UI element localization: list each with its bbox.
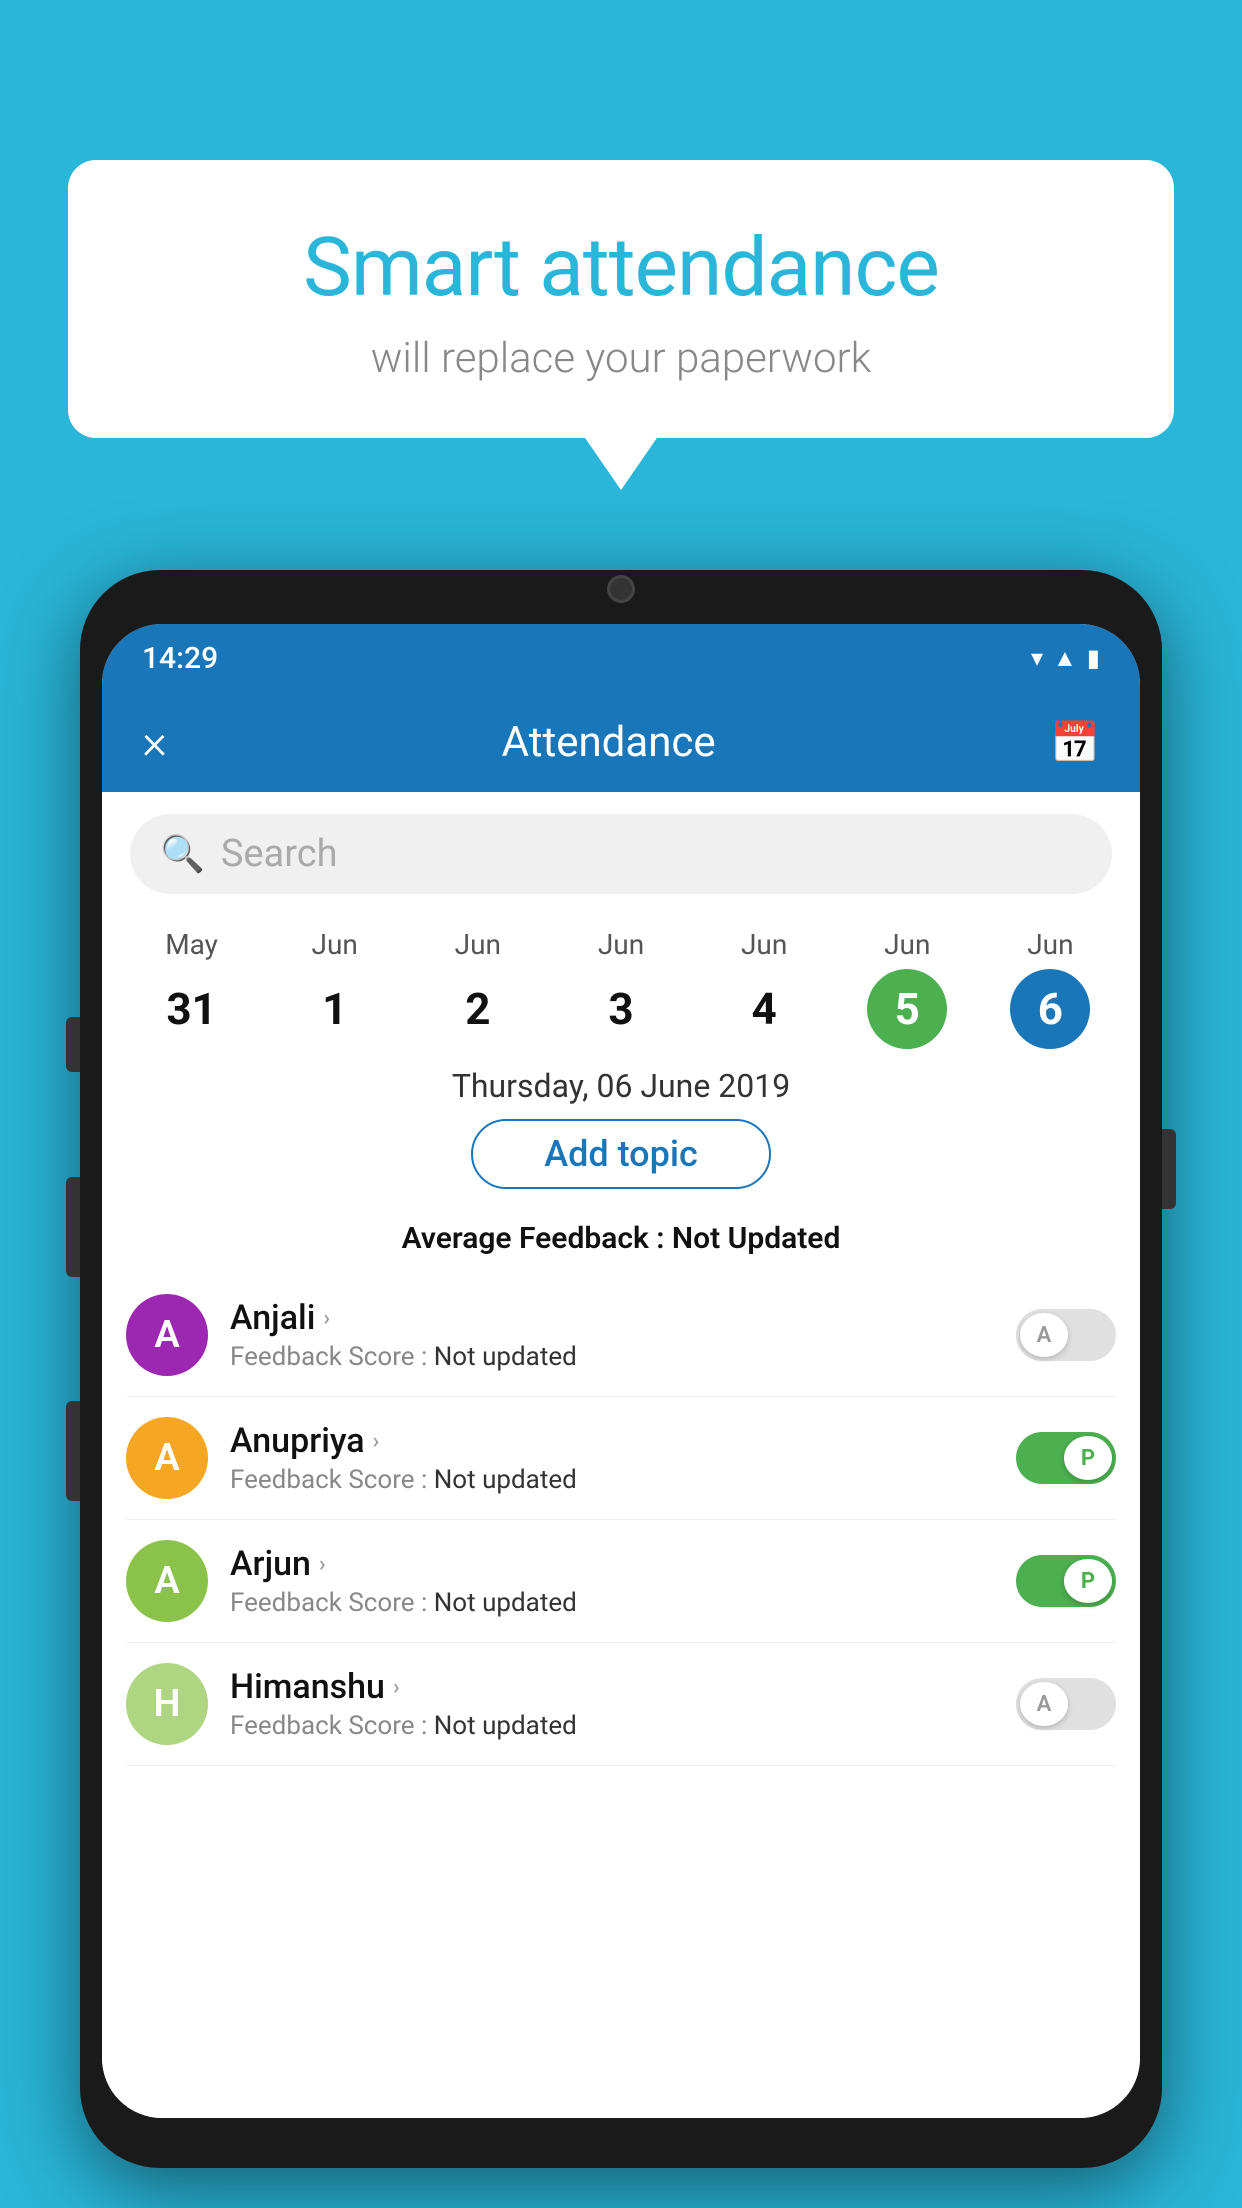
- mute-button: [66, 1401, 80, 1501]
- date-picker-row: May31Jun1Jun2Jun3Jun4Jun5Jun6: [102, 912, 1140, 1049]
- student-avatar-3: H: [126, 1663, 208, 1745]
- selected-date-label: Thursday, 06 June 2019: [102, 1067, 1140, 1105]
- date-cell-6[interactable]: Jun6: [979, 928, 1122, 1049]
- toggle-knob: P: [1064, 1559, 1112, 1603]
- avg-feedback-label: Average Feedback :: [402, 1221, 672, 1256]
- battery-icon: ▮: [1087, 644, 1100, 672]
- toggle-off[interactable]: A: [1016, 1309, 1116, 1361]
- student-feedback-3: Feedback Score : Not updated: [230, 1711, 994, 1741]
- student-name-1: Anupriya ›: [230, 1421, 994, 1461]
- date-cell-0[interactable]: May31: [120, 928, 263, 1049]
- bubble-subtitle: will replace your paperwork: [118, 334, 1124, 383]
- toggle-off[interactable]: A: [1016, 1678, 1116, 1730]
- student-item-2[interactable]: A Arjun › Feedback Score : Not updated P: [126, 1520, 1116, 1643]
- student-feedback-0: Feedback Score : Not updated: [230, 1342, 994, 1372]
- calendar-icon[interactable]: 📅: [1050, 719, 1100, 766]
- student-avatar-0: A: [126, 1294, 208, 1376]
- speech-bubble: Smart attendance will replace your paper…: [68, 160, 1174, 438]
- attendance-toggle-0[interactable]: A: [1016, 1309, 1116, 1361]
- add-topic-label: Add topic: [544, 1133, 698, 1175]
- volume-down-button: [66, 1177, 80, 1277]
- chevron-icon: ›: [323, 1306, 330, 1331]
- search-bar[interactable]: 🔍 Search: [130, 814, 1112, 894]
- wifi-icon: ▾: [1031, 644, 1043, 672]
- attendance-toggle-3[interactable]: A: [1016, 1678, 1116, 1730]
- status-bar: 14:29 ▾ ▲ ▮: [102, 624, 1140, 692]
- date-cell-1[interactable]: Jun1: [263, 928, 406, 1049]
- student-item-3[interactable]: H Himanshu › Feedback Score : Not updated A: [126, 1643, 1116, 1766]
- toggle-knob: A: [1020, 1682, 1068, 1726]
- camera: [607, 575, 635, 603]
- phone: 14:29 ▾ ▲ ▮ × Attendance 📅 🔍 Search May3…: [80, 570, 1162, 2168]
- toggle-knob: P: [1064, 1436, 1112, 1480]
- app-bar-title: Attendance: [502, 718, 716, 767]
- content-area: 🔍 Search May31Jun1Jun2Jun3Jun4Jun5Jun6 T…: [102, 792, 1140, 2118]
- student-list: AAnjali ›Feedback Score : Not updatedAAA…: [102, 1274, 1140, 1766]
- attendance-toggle-1[interactable]: P: [1016, 1432, 1116, 1484]
- student-item-0[interactable]: A Anjali › Feedback Score : Not updated A: [126, 1274, 1116, 1397]
- status-icons: ▾ ▲ ▮: [1031, 644, 1100, 673]
- student-avatar-1: A: [126, 1417, 208, 1499]
- app-bar: × Attendance 📅: [102, 692, 1140, 792]
- bubble-title: Smart attendance: [118, 220, 1124, 316]
- date-cell-5[interactable]: Jun5: [836, 928, 979, 1049]
- student-feedback-1: Feedback Score : Not updated: [230, 1465, 994, 1495]
- search-placeholder: Search: [221, 832, 338, 876]
- avg-feedback-value: Not Updated: [672, 1221, 840, 1256]
- average-feedback: Average Feedback : Not Updated: [102, 1221, 1140, 1256]
- status-time: 14:29: [142, 641, 218, 676]
- power-button: [1162, 1129, 1176, 1209]
- date-cell-3[interactable]: Jun3: [549, 928, 692, 1049]
- toggle-knob: A: [1020, 1313, 1068, 1357]
- student-feedback-2: Feedback Score : Not updated: [230, 1588, 994, 1618]
- search-icon: 🔍: [160, 833, 205, 875]
- date-cell-2[interactable]: Jun2: [406, 928, 549, 1049]
- chevron-icon: ›: [319, 1552, 326, 1577]
- student-name-3: Himanshu ›: [230, 1667, 994, 1707]
- toggle-on[interactable]: P: [1016, 1432, 1116, 1484]
- close-button[interactable]: ×: [142, 718, 167, 766]
- signal-icon: ▲: [1053, 644, 1077, 673]
- phone-screen: 14:29 ▾ ▲ ▮ × Attendance 📅 🔍 Search May3…: [102, 624, 1140, 2118]
- chevron-icon: ›: [373, 1429, 380, 1454]
- attendance-toggle-2[interactable]: P: [1016, 1555, 1116, 1607]
- student-name-0: Anjali ›: [230, 1298, 994, 1338]
- student-avatar-2: A: [126, 1540, 208, 1622]
- chevron-icon: ›: [393, 1675, 400, 1700]
- add-topic-button[interactable]: Add topic: [471, 1119, 771, 1189]
- student-name-2: Arjun ›: [230, 1544, 994, 1584]
- date-cell-4[interactable]: Jun4: [693, 928, 836, 1049]
- toggle-on[interactable]: P: [1016, 1555, 1116, 1607]
- volume-up-button: [66, 1017, 80, 1072]
- student-item-1[interactable]: A Anupriya › Feedback Score : Not updated P: [126, 1397, 1116, 1520]
- phone-notch: [561, 570, 681, 608]
